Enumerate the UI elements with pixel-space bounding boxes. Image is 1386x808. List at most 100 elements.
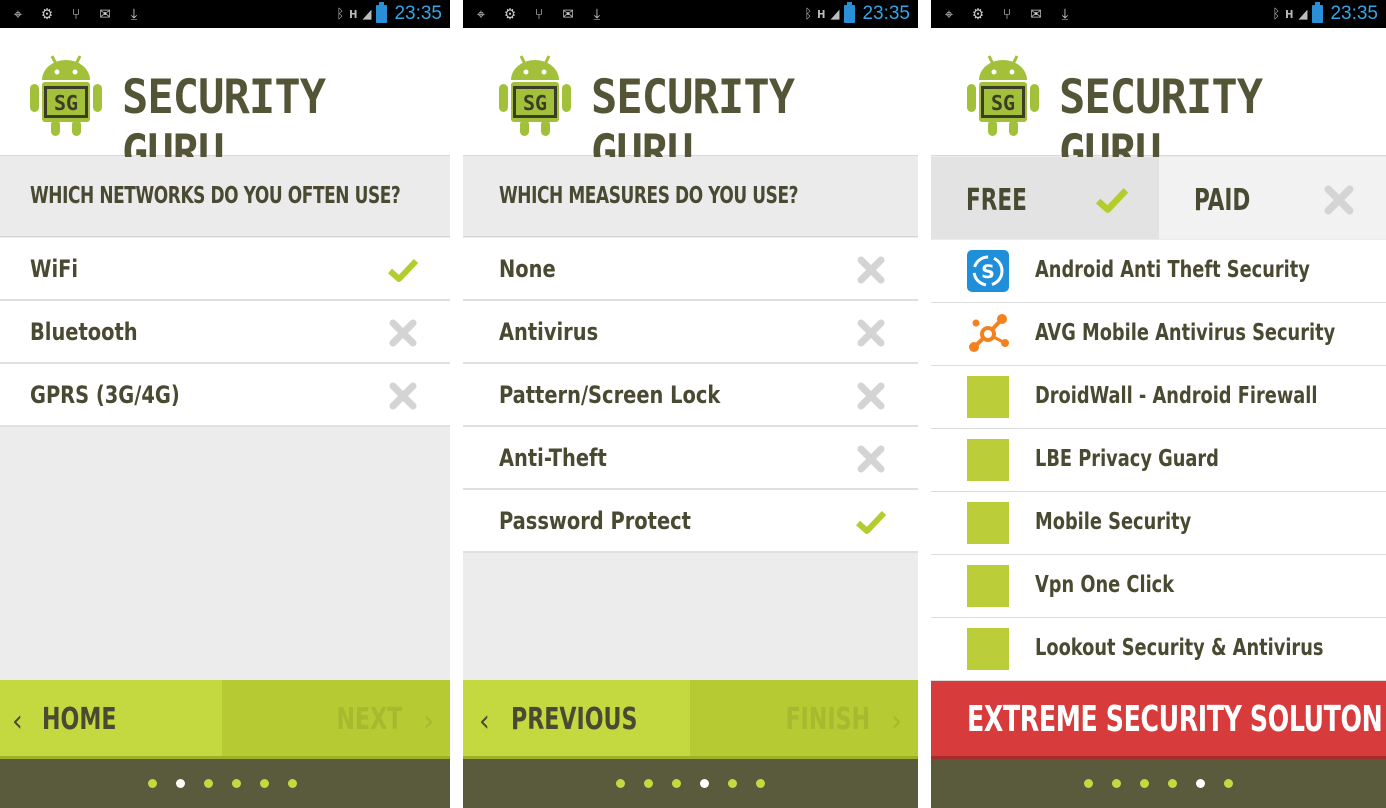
option-label: Anti-Theft — [499, 444, 607, 472]
option-wifi[interactable]: WiFi — [0, 238, 450, 301]
option-password-protect[interactable]: Password Protect — [463, 490, 918, 553]
clock: 23:35 — [862, 3, 910, 24]
app-item[interactable]: S Android Anti Theft Security — [931, 240, 1386, 303]
app-item[interactable]: AVG Mobile Antivirus Security — [931, 303, 1386, 366]
app-name: Mobile Security — [1035, 509, 1192, 535]
option-gprs[interactable]: GPRS (3G/4G) — [0, 364, 450, 427]
option-antivirus[interactable]: Antivirus — [463, 301, 918, 364]
download-icon: ⤓ — [130, 4, 138, 23]
finish-button[interactable]: FINISH › — [690, 680, 918, 759]
page-dot — [1112, 779, 1121, 788]
page-dot-active — [1196, 779, 1205, 788]
bluetooth-icon: ᛒ — [1272, 6, 1281, 22]
download-icon: ⤓ — [1061, 4, 1069, 23]
chevron-right-icon: › — [891, 704, 902, 739]
gps-icon: ⌖ — [13, 4, 23, 23]
x-icon — [857, 256, 885, 284]
battery-icon — [1312, 2, 1324, 23]
app-header: SG SECURITY GURU — [463, 28, 918, 180]
app-placeholder-icon — [967, 502, 1009, 544]
gps-icon: ⌖ — [476, 4, 486, 23]
option-screen-lock[interactable]: Pattern/Screen Lock — [463, 364, 918, 427]
status-bar: ⌖ ⚙ ⑂ ✉ ⤓ ᛒ H ◢ 23:35 — [931, 0, 1386, 28]
app-placeholder-icon — [967, 628, 1009, 670]
x-icon — [389, 319, 417, 347]
signal-icon: ◢ — [830, 6, 840, 22]
option-label: Antivirus — [499, 318, 599, 346]
usb-icon: ⑂ — [1002, 4, 1012, 23]
next-button[interactable]: NEXT › — [222, 680, 450, 759]
option-label: None — [499, 255, 556, 283]
status-bar: ⌖ ⚙ ⑂ ✉ ⤓ ᛒ H ◢ 23:35 — [0, 0, 450, 28]
option-bluetooth[interactable]: Bluetooth — [0, 301, 450, 364]
option-label: WiFi — [30, 255, 79, 283]
bottom-nav: ‹ PREVIOUS FINISH › — [463, 680, 918, 759]
tab-paid[interactable]: PAID — [1158, 157, 1386, 239]
app-item[interactable]: LBE Privacy Guard — [931, 429, 1386, 492]
screen-measures: ⌖ ⚙ ⑂ ✉ ⤓ ᛒ H ◢ 23:35 SG SECURITY GURU W… — [463, 0, 918, 808]
page-dot — [1140, 779, 1149, 788]
usb-icon: ⑂ — [534, 4, 544, 23]
avg-icon — [969, 314, 1009, 352]
option-anti-theft[interactable]: Anti-Theft — [463, 427, 918, 490]
page-indicator — [931, 759, 1386, 808]
chevron-right-icon: › — [423, 704, 434, 739]
x-icon — [857, 382, 885, 410]
usb-icon: ⑂ — [71, 4, 81, 23]
anti-theft-icon: S — [967, 250, 1009, 292]
app-name: DroidWall - Android Firewall — [1035, 383, 1318, 409]
option-none[interactable]: None — [463, 238, 918, 301]
signal-icon: ◢ — [362, 6, 372, 22]
question-text: WHICH MEASURES DO YOU USE? — [499, 183, 799, 209]
app-logo-icon: SG — [499, 55, 571, 136]
x-icon — [857, 445, 885, 473]
mail-icon: ✉ — [562, 4, 574, 23]
chevron-left-icon: ‹ — [12, 704, 23, 739]
page-indicator — [463, 759, 918, 808]
logo-text: SG — [54, 91, 78, 115]
tab-free[interactable]: FREE — [931, 157, 1159, 239]
bottom-nav: ‹ HOME NEXT › — [0, 680, 450, 759]
x-icon — [389, 382, 417, 410]
screen-networks: ⌖ ⚙ ⑂ ✉ ⤓ ᛒ H ◢ 23:35 SG SECURITY GURU W… — [0, 0, 450, 808]
app-placeholder-icon — [967, 376, 1009, 418]
app-logo-icon: SG — [30, 55, 102, 136]
app-name: AVG Mobile Antivirus Security — [1035, 320, 1336, 346]
page-dot — [672, 779, 681, 788]
option-label: Pattern/Screen Lock — [499, 381, 721, 409]
home-button[interactable]: ‹ HOME — [0, 680, 222, 759]
page-indicator — [0, 759, 450, 808]
finish-label: FINISH — [785, 702, 870, 737]
mail-icon: ✉ — [1030, 4, 1042, 23]
svg-text:S: S — [981, 261, 995, 283]
chevron-left-icon: ‹ — [479, 704, 490, 739]
x-icon — [857, 319, 885, 347]
page-dot-active — [176, 779, 185, 788]
app-name: Lookout Security & Antivirus — [1035, 635, 1324, 661]
option-label: GPRS (3G/4G) — [30, 381, 180, 409]
app-item[interactable]: DroidWall - Android Firewall — [931, 366, 1386, 429]
page-dot — [756, 779, 765, 788]
app-name: LBE Privacy Guard — [1035, 446, 1219, 472]
bluetooth-icon: ᛒ — [804, 6, 813, 22]
page-dot — [616, 779, 625, 788]
page-dot — [1168, 779, 1177, 788]
check-icon — [388, 258, 418, 282]
android-debug-icon: ⚙ — [40, 4, 54, 23]
logo-text: SG — [991, 91, 1015, 115]
network-type: H — [817, 7, 826, 21]
previous-button[interactable]: ‹ PREVIOUS — [463, 680, 690, 759]
extreme-security-button[interactable]: EXTREME SECURITY SOLUTON — [931, 681, 1386, 759]
app-name: Vpn One Click — [1035, 572, 1175, 598]
battery-icon — [376, 2, 388, 23]
app-item[interactable]: Mobile Security — [931, 492, 1386, 555]
question-header: WHICH NETWORKS DO YOU OFTEN USE? — [0, 157, 450, 237]
price-tabs: FREE PAID — [931, 157, 1386, 239]
network-type: H — [1285, 7, 1294, 21]
signal-icon: ◢ — [1298, 6, 1308, 22]
app-item[interactable]: Lookout Security & Antivirus — [931, 618, 1386, 681]
app-item[interactable]: Vpn One Click — [931, 555, 1386, 618]
next-label: NEXT — [336, 702, 402, 737]
app-name: Android Anti Theft Security — [1035, 257, 1310, 283]
gps-icon: ⌖ — [944, 4, 954, 23]
